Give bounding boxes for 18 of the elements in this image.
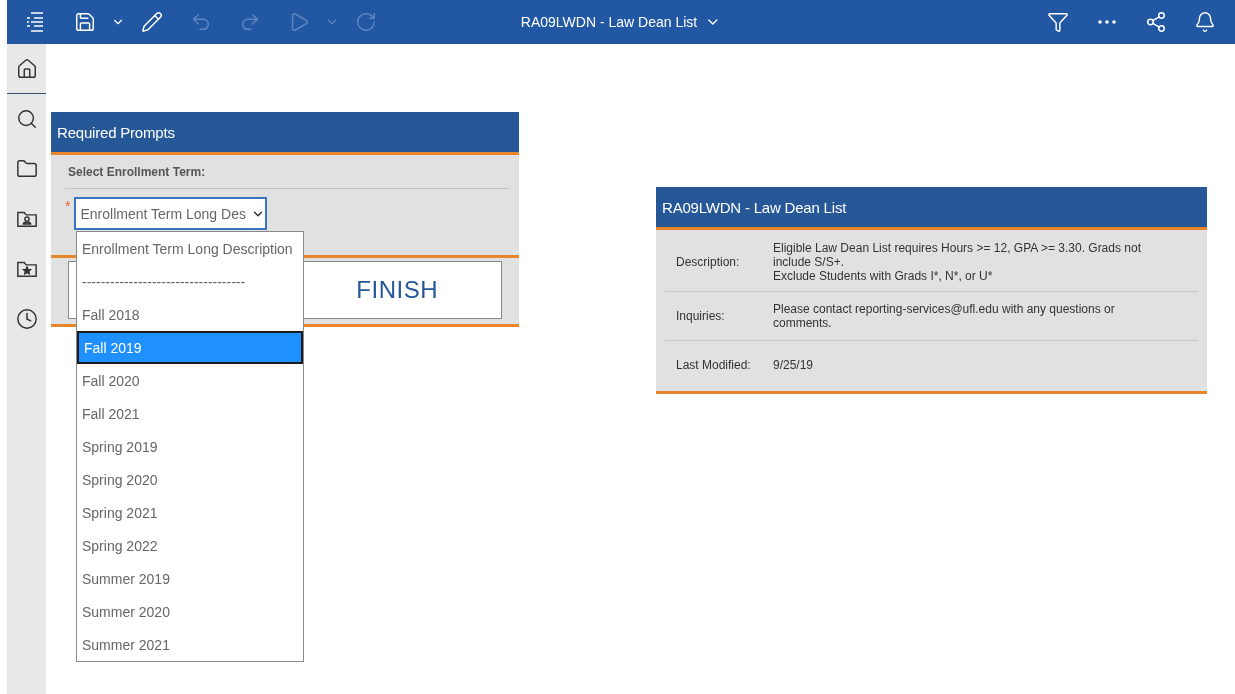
search-icon [15, 108, 38, 130]
prompt-label: Select Enrollment Term: [65, 155, 509, 189]
folder-icon [15, 158, 38, 180]
info-value: 9/25/19 [773, 358, 815, 372]
info-value: Exclude Students with Grads I*, N*, or U* [773, 269, 994, 283]
dropdown-option[interactable]: Fall 2019 [77, 331, 303, 364]
panel-title: RA09LWDN - Law Dean List [656, 187, 1207, 230]
info-label: Last Modified: [675, 358, 752, 372]
term-select[interactable]: Enrollment Term Long Des [74, 197, 268, 230]
info-label: Description: [675, 255, 741, 269]
info-value: Please contact reporting-services@ufl.edu with any questions or comments. [773, 302, 1116, 330]
clock-icon [15, 308, 38, 330]
info-label: Inquiries: [675, 309, 726, 323]
panel-title: Required Prompts [51, 112, 519, 155]
report-title-button[interactable]: RA09LWDN - Law Dean List [516, 8, 726, 36]
required-mark: * [65, 197, 71, 213]
info-value: Eligible Law Dean List requires Hours >= 12, GPA >= 3.30. Grads not include S/S+. [773, 241, 1142, 269]
home-icon [15, 57, 38, 80]
